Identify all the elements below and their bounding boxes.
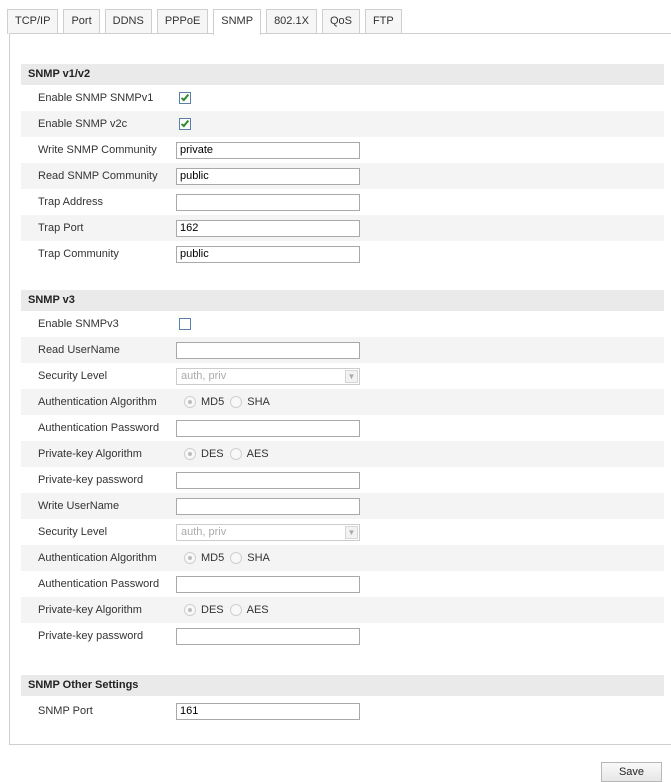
section-header-snmp-v3: SNMP v3 [21, 290, 664, 311]
read-priv-aes-label: AES [246, 448, 269, 460]
row-trap-port: Trap Port 162 [21, 215, 664, 241]
read-auth-md5-label: MD5 [201, 396, 225, 408]
snmp-port-input[interactable]: 161 [176, 703, 360, 720]
write-security-level-label: Security Level [38, 526, 108, 538]
write-privkey-algorithm-group: DES AES [184, 597, 275, 623]
section-header-snmp-v1v2: SNMP v1/v2 [21, 64, 664, 85]
write-username-label: Write UserName [38, 500, 120, 512]
write-priv-aes-radio[interactable] [229, 604, 242, 616]
read-auth-password-label: Authentication Password [38, 422, 160, 434]
write-auth-sha-label: SHA [247, 552, 270, 564]
section-header-snmp-other: SNMP Other Settings [21, 675, 664, 696]
read-privkey-algorithm-group: DES AES [184, 441, 275, 467]
trap-community-label: Trap Community [38, 248, 119, 260]
read-username-label: Read UserName [38, 344, 120, 356]
row-write-auth-password: Authentication Password [21, 571, 664, 597]
write-username-input[interactable] [176, 498, 360, 515]
trap-port-input[interactable]: 162 [176, 220, 360, 237]
read-priv-des-label: DES [201, 448, 224, 460]
check-icon [180, 118, 190, 128]
enable-snmpv2c-checkbox[interactable] [179, 118, 191, 130]
write-privkey-password-input[interactable] [176, 628, 360, 645]
row-write-username: Write UserName [21, 493, 664, 519]
row-write-privkey-password: Private-key password [21, 623, 664, 649]
tab-snmp[interactable]: SNMP [213, 9, 262, 35]
write-auth-algorithm-label: Authentication Algorithm [38, 552, 157, 564]
read-security-level-label: Security Level [38, 370, 108, 382]
read-privkey-algorithm-label: Private-key Algorithm [38, 448, 142, 460]
read-priv-aes-radio[interactable] [229, 448, 242, 460]
trap-address-input[interactable] [176, 194, 360, 211]
write-security-level-value: auth, priv [181, 526, 227, 538]
write-auth-password-label: Authentication Password [38, 578, 160, 590]
row-read-auth-password: Authentication Password [21, 415, 664, 441]
read-auth-sha-label: SHA [247, 396, 270, 408]
row-snmp-port: SNMP Port 161 [21, 698, 664, 724]
row-read-auth-algorithm: Authentication Algorithm MD5 SHA [21, 389, 664, 415]
save-button[interactable]: Save [601, 762, 662, 782]
write-privkey-password-label: Private-key password [38, 630, 144, 642]
row-trap-address: Trap Address [21, 189, 664, 215]
write-community-label: Write SNMP Community [38, 144, 157, 156]
row-read-privkey-algorithm: Private-key Algorithm DES AES [21, 441, 664, 467]
read-security-level-value: auth, priv [181, 370, 227, 382]
write-auth-md5-label: MD5 [201, 552, 225, 564]
write-security-level-select[interactable]: auth, priv ▼ [176, 524, 360, 541]
write-priv-des-label: DES [201, 604, 224, 616]
trap-community-input[interactable]: public [176, 246, 360, 263]
read-privkey-password-input[interactable] [176, 472, 360, 489]
write-auth-password-input[interactable] [176, 576, 360, 593]
row-write-security-level: Security Level auth, priv ▼ [21, 519, 664, 545]
write-auth-algorithm-group: MD5 SHA [184, 545, 276, 571]
write-priv-des-radio[interactable] [184, 604, 196, 616]
read-auth-algorithm-group: MD5 SHA [184, 389, 276, 415]
write-priv-aes-label: AES [246, 604, 269, 616]
enable-snmpv1-label: Enable SNMP SNMPv1 [38, 92, 154, 104]
row-enable-snmpv1: Enable SNMP SNMPv1 [21, 85, 664, 111]
row-read-security-level: Security Level auth, priv ▼ [21, 363, 664, 389]
chevron-down-icon[interactable]: ▼ [345, 370, 358, 383]
snmp-port-label: SNMP Port [38, 705, 93, 717]
read-username-input[interactable] [176, 342, 360, 359]
row-trap-community: Trap Community public [21, 241, 664, 267]
row-write-privkey-algorithm: Private-key Algorithm DES AES [21, 597, 664, 623]
enable-snmpv1-checkbox[interactable] [179, 92, 191, 104]
read-auth-md5-radio[interactable] [184, 396, 196, 408]
write-privkey-algorithm-label: Private-key Algorithm [38, 604, 142, 616]
enable-snmpv2c-label: Enable SNMP v2c [38, 118, 128, 130]
read-community-input[interactable]: public [176, 168, 360, 185]
trap-port-label: Trap Port [38, 222, 84, 234]
tab-ftp[interactable]: FTP [364, 9, 402, 34]
read-auth-algorithm-label: Authentication Algorithm [38, 396, 157, 408]
row-read-community: Read SNMP Community public [21, 163, 664, 189]
read-priv-des-radio[interactable] [184, 448, 196, 460]
tab-port[interactable]: Port [63, 9, 100, 34]
write-auth-md5-radio[interactable] [184, 552, 196, 564]
tab-8021x[interactable]: 802.1X [266, 9, 317, 34]
enable-snmpv3-checkbox[interactable] [179, 318, 191, 330]
chevron-down-icon[interactable]: ▼ [345, 526, 358, 539]
tab-ddns[interactable]: DDNS [104, 9, 152, 34]
tab-pppoe[interactable]: PPPoE [156, 9, 209, 34]
tab-qos[interactable]: QoS [321, 9, 360, 34]
trap-address-label: Trap Address [38, 196, 104, 208]
row-read-username: Read UserName [21, 337, 664, 363]
row-enable-snmpv3: Enable SNMPv3 [21, 311, 664, 337]
row-enable-snmpv2c: Enable SNMP v2c [21, 111, 664, 137]
tab-tcpip[interactable]: TCP/IP [7, 9, 59, 34]
row-read-privkey-password: Private-key password [21, 467, 664, 493]
read-auth-password-input[interactable] [176, 420, 360, 437]
write-auth-sha-radio[interactable] [230, 552, 243, 564]
row-write-community: Write SNMP Community private [21, 137, 664, 163]
check-icon [180, 92, 190, 102]
read-security-level-select[interactable]: auth, priv ▼ [176, 368, 360, 385]
write-community-input[interactable]: private [176, 142, 360, 159]
row-write-auth-algorithm: Authentication Algorithm MD5 SHA [21, 545, 664, 571]
read-community-label: Read SNMP Community [38, 170, 158, 182]
read-privkey-password-label: Private-key password [38, 474, 144, 486]
tab-bar: TCP/IP Port DDNS PPPoE SNMP 802.1X QoS F… [7, 9, 407, 35]
read-auth-sha-radio[interactable] [230, 396, 243, 408]
enable-snmpv3-label: Enable SNMPv3 [38, 318, 119, 330]
